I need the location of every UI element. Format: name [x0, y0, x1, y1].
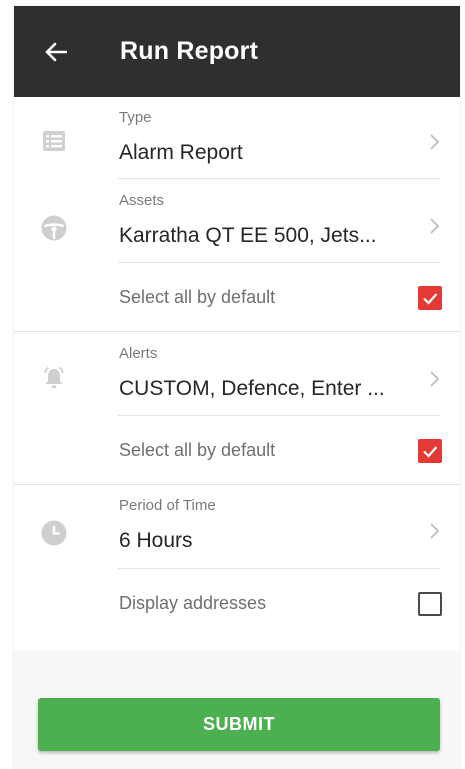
alerts-select-all-row[interactable]: Select all by default	[118, 416, 442, 484]
chevron-right-icon	[430, 218, 440, 234]
bell-alert-icon	[38, 362, 70, 394]
checkmark-icon	[423, 446, 438, 458]
assets-selector[interactable]: Assets Karratha QT EE 500, Jets...	[118, 179, 440, 263]
steering-wheel-icon	[38, 212, 70, 244]
period-label: Period of Time	[119, 497, 216, 514]
assets-select-all-label: Select all by default	[119, 287, 276, 307]
type-selector[interactable]: Type Alarm Report	[118, 97, 440, 179]
report-form: Type Alarm Report Assets Karratha QT EE …	[14, 97, 460, 651]
arrow-left-icon	[45, 42, 67, 61]
chevron-right-icon	[430, 371, 440, 387]
display-addresses-row[interactable]: Display addresses	[118, 569, 442, 639]
list-icon	[38, 125, 70, 157]
back-button[interactable]	[42, 38, 70, 66]
page-title: Run Report	[120, 37, 259, 65]
clock-icon	[38, 517, 70, 549]
period-selector[interactable]: Period of Time 6 Hours	[118, 485, 440, 569]
chevron-right-icon	[430, 134, 440, 150]
app-bar: Run Report	[14, 6, 460, 97]
display-addresses-label: Display addresses	[119, 593, 267, 613]
submit-button[interactable]: SUBMIT	[38, 698, 440, 751]
display-addresses-checkbox[interactable]	[418, 592, 442, 616]
checkmark-icon	[423, 293, 438, 305]
chevron-right-icon	[430, 523, 440, 539]
type-label: Type	[119, 109, 152, 126]
footer: SUBMIT	[14, 651, 460, 769]
alerts-select-all-label: Select all by default	[119, 440, 276, 460]
assets-select-all-checkbox[interactable]	[418, 286, 442, 310]
run-report-screen: Run Report Type Alarm Report Assets Karr…	[14, 6, 460, 769]
alerts-value: CUSTOM, Defence, Enter ...	[119, 377, 385, 400]
alerts-label: Alerts	[119, 345, 158, 362]
alerts-selector[interactable]: Alerts CUSTOM, Defence, Enter ...	[118, 332, 440, 416]
period-value: 6 Hours	[119, 529, 193, 552]
type-value: Alarm Report	[119, 141, 243, 164]
alerts-select-all-checkbox[interactable]	[418, 439, 442, 463]
assets-label: Assets	[119, 192, 165, 209]
assets-value: Karratha QT EE 500, Jets...	[119, 224, 377, 247]
assets-select-all-row[interactable]: Select all by default	[118, 263, 442, 331]
